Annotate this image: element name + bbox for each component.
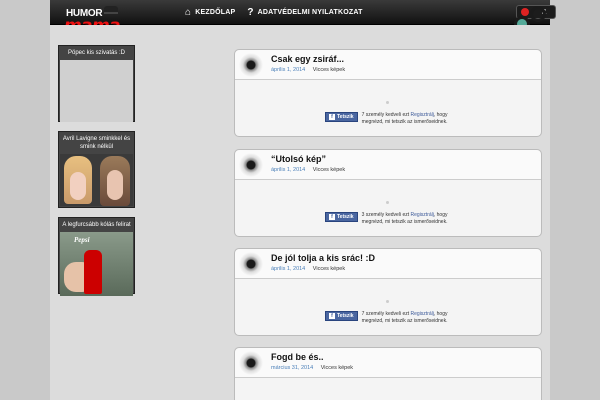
post-body: f Tetszik 7 személy kedveli ezt Regisztr… <box>235 279 541 337</box>
nav-privacy[interactable]: ? ADATVÉDELMI NYILATKOZAT <box>247 7 362 18</box>
like-button-label: Tetszik <box>337 114 354 120</box>
post-header: “Utolsó kép” április 1, 2014 Vicces képe… <box>235 150 541 180</box>
post-header: De jól tolja a kis srác! :D április 1, 2… <box>235 249 541 279</box>
loading-dot <box>386 300 389 303</box>
bottle-label: Pepsi <box>74 236 90 244</box>
register-link[interactable]: Regisztrálj <box>411 311 434 317</box>
widget-thumbnail[interactable]: Pepsi <box>60 232 133 296</box>
like-text: 7 személy kedveli ezt Regisztrálj, hogy … <box>362 112 452 126</box>
like-text-before: 7 személy kedveli ezt <box>361 112 411 118</box>
main-content: Pöpec kis szivatás :D Avril Lavigne smin… <box>50 25 550 400</box>
bullet-hole-icon <box>239 252 263 276</box>
register-link[interactable]: Regisztrálj <box>411 212 434 218</box>
facebook-icon: f <box>329 114 335 120</box>
widget-title: Pöpec kis szivatás :D <box>67 50 126 56</box>
main-nav: ⌂ KEZDŐLAP ? ADATVÉDELMI NYILATKOZAT <box>185 0 375 25</box>
sidebar-widget-prank[interactable]: Pöpec kis szivatás :D <box>58 45 135 122</box>
like-button-label: Tetszik <box>337 313 354 319</box>
widget-title: A legfurcsább kólás felirat <box>62 222 131 228</box>
post-card: Fogd be és.. március 31, 2014 Vicces kép… <box>234 347 542 400</box>
post-date[interactable]: március 31, 2014 <box>271 365 313 371</box>
question-icon: ? <box>247 7 254 18</box>
post-category[interactable]: Vicces képek <box>313 167 345 173</box>
facebook-like-widget: f Tetszik 7 személy kedveli ezt Regisztr… <box>325 311 452 325</box>
post-category[interactable]: Vicces képek <box>313 67 345 73</box>
bullet-hole-icon <box>239 351 263 375</box>
post-category[interactable]: Vicces képek <box>313 266 345 272</box>
photo-face-right <box>100 156 130 206</box>
bullet-hole-icon <box>239 53 263 77</box>
post-header: Fogd be és.. március 31, 2014 Vicces kép… <box>235 348 541 378</box>
like-text: 3 személy kedveli ezt Regisztrálj, hogy … <box>362 212 452 226</box>
bullet-hole-icon <box>239 153 263 177</box>
like-text-before: 3 személy kedveli ezt <box>361 212 411 218</box>
facebook-icon: f <box>329 214 335 220</box>
facebook-like-widget: f Tetszik 3 személy kedveli ezt Regisztr… <box>325 212 452 226</box>
nav-home-label: KEZDŐLAP <box>195 9 236 16</box>
widget-thumbnail[interactable] <box>60 154 133 206</box>
sidebar-widget-avril[interactable]: Avril Lavigne sminkkel és smink nélkül <box>58 131 135 208</box>
post-meta: április 1, 2014 Vicces képek <box>271 67 345 73</box>
like-button-label: Tetszik <box>337 214 354 220</box>
post-title[interactable]: Fogd be és.. <box>271 352 324 362</box>
like-button[interactable]: f Tetszik <box>325 311 358 321</box>
like-text-before: 7 személy kedveli ezt <box>361 311 411 317</box>
post-category[interactable]: Vicces képek <box>321 365 353 371</box>
post-title[interactable]: De jól tolja a kis srác! :D <box>271 253 375 263</box>
hat-icon <box>104 6 118 14</box>
sidebar-widget-cola[interactable]: A legfurcsább kólás felirat Pepsi <box>58 217 135 296</box>
post-title[interactable]: “Utolsó kép” <box>271 154 326 164</box>
photo-face-left <box>64 156 92 204</box>
post-card: De jól tolja a kis srác! :D április 1, 2… <box>234 248 542 336</box>
post-date[interactable]: április 1, 2014 <box>271 167 305 173</box>
like-button[interactable]: f Tetszik <box>325 112 358 122</box>
widget-video-placeholder[interactable] <box>60 60 133 122</box>
loading-dot <box>386 201 389 204</box>
loading-dot <box>386 101 389 104</box>
post-header: Csak egy zsiráf... április 1, 2014 Vicce… <box>235 50 541 80</box>
post-date[interactable]: április 1, 2014 <box>271 266 305 272</box>
nav-privacy-label: ADATVÉDELMI NYILATKOZAT <box>257 9 363 16</box>
post-meta: április 1, 2014 Vicces képek <box>271 167 345 173</box>
facebook-like-widget: f Tetszik 7 személy kedveli ezt Regisztr… <box>325 112 452 126</box>
post-meta: március 31, 2014 Vicces képek <box>271 365 353 371</box>
photo-bottle: Pepsi <box>74 236 102 294</box>
nav-home[interactable]: ⌂ KEZDŐLAP <box>185 7 235 18</box>
like-text: 7 személy kedveli ezt Regisztrálj, hogy … <box>362 311 452 325</box>
register-link[interactable]: Regisztrálj <box>411 112 434 118</box>
post-body: f Tetszik 3 személy kedveli ezt Regisztr… <box>235 180 541 238</box>
like-button[interactable]: f Tetszik <box>325 212 358 222</box>
post-card: Csak egy zsiráf... április 1, 2014 Vicce… <box>234 49 542 137</box>
widget-title: Avril Lavigne sminkkel és smink nélkül <box>62 136 131 150</box>
facebook-icon: f <box>329 313 335 319</box>
post-title[interactable]: Csak egy zsiráf... <box>271 54 344 64</box>
post-body: f Tetszik 7 személy kedveli ezt Regisztr… <box>235 80 541 138</box>
post-date[interactable]: április 1, 2014 <box>271 67 305 73</box>
post-meta: április 1, 2014 Vicces képek <box>271 266 345 272</box>
post-card: “Utolsó kép” április 1, 2014 Vicces képe… <box>234 149 542 237</box>
home-icon: ⌂ <box>185 7 192 18</box>
